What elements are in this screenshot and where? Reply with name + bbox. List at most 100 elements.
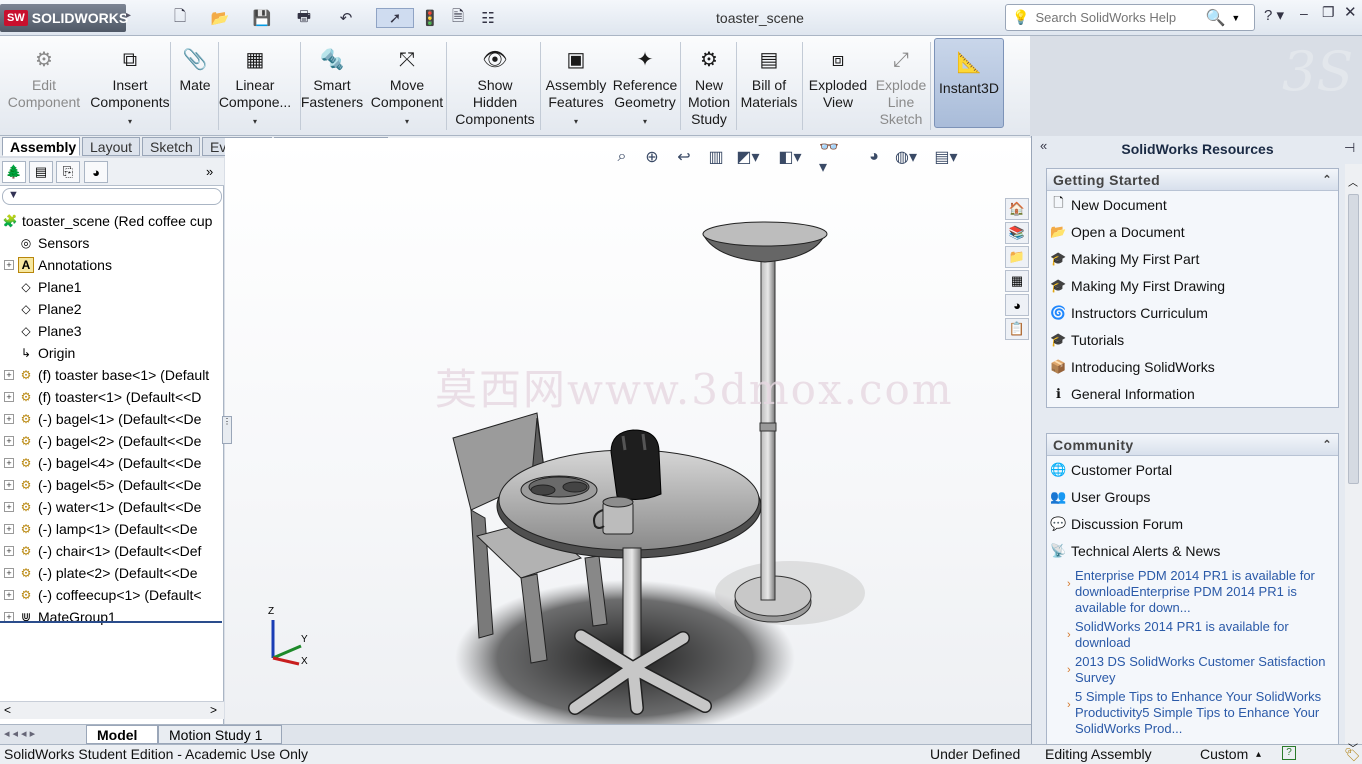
tree-item[interactable]: + ⚙ (-) bagel<4> (Default<<De — [0, 452, 224, 474]
tree-horizontal-scrollbar[interactable]: < > — [0, 701, 224, 719]
tree-item[interactable]: + ⚙ (-) water<1> (Default<<De — [0, 496, 224, 518]
ribbon-button-motion-study[interactable]: ⚙ New Motion Study — [684, 36, 734, 136]
task-pane-scrollbar[interactable]: ︿ ﹀ — [1345, 164, 1362, 755]
expand-icon[interactable]: + — [4, 480, 14, 490]
ribbon-button-explode-line[interactable]: ⤢ Explode Line Sketch — [870, 36, 932, 136]
file-explorer-icon[interactable]: 📁 — [1005, 246, 1029, 268]
ribbon-button-smart-fasteners[interactable]: 🔩 Smart Fasteners — [301, 36, 363, 136]
scroll-down-icon[interactable]: ﹀ — [1348, 740, 1358, 755]
ribbon-button-reference-geometry[interactable]: ✦ Reference Geometry ▾ — [610, 36, 680, 136]
property-manager-icon[interactable]: ▤ — [29, 161, 53, 183]
collapse-chevron-icon[interactable]: ⌃ — [1322, 169, 1332, 191]
expand-icon[interactable]: + — [4, 502, 14, 512]
resource-link[interactable]: 🗋 New Document — [1047, 191, 1338, 218]
ribbon-button-exploded-view[interactable]: ⧈ Exploded View — [806, 36, 870, 136]
help-icon[interactable]: ? ▾ — [1264, 6, 1284, 24]
dropdown-arrow-icon[interactable]: ▾ — [643, 113, 647, 130]
community-header[interactable]: Community ⌃ — [1047, 434, 1338, 456]
appearances-icon[interactable]: ◕ — [1005, 294, 1029, 316]
edit-appearance-icon[interactable]: ◕ — [861, 146, 887, 168]
custom-properties-icon[interactable]: 📋 — [1005, 318, 1029, 340]
tree-item[interactable]: + ⚙ (-) bagel<1> (Default<<De — [0, 408, 224, 430]
tree-item[interactable]: + ⋓ MateGroup1 — [0, 606, 224, 628]
expand-icon[interactable]: + — [4, 260, 14, 270]
resource-link[interactable]: 📂 Open a Document — [1047, 218, 1338, 245]
tree-item[interactable]: ↳ Origin — [0, 342, 224, 364]
tree-item[interactable]: + ⚙ (-) coffeecup<1> (Default< — [0, 584, 224, 606]
zoom-to-fit-icon[interactable]: ⌕ — [609, 146, 635, 168]
solidworks-logo[interactable]: SW SOLIDWORKS — [0, 4, 128, 32]
resource-link[interactable]: 🎓 Making My First Drawing — [1047, 272, 1338, 299]
resource-link[interactable]: 🎓 Making My First Part — [1047, 245, 1338, 272]
tree-item[interactable]: + ⚙ (-) chair<1> (Default<<Def — [0, 540, 224, 562]
zoom-area-icon[interactable]: ⊕ — [639, 146, 665, 168]
tree-item[interactable]: 🧩 toaster_scene (Red coffee cup — [0, 210, 224, 232]
hide-show-items-icon[interactable]: 👓▾ — [819, 139, 845, 176]
home-icon[interactable]: 🏠 — [1005, 198, 1029, 220]
dropdown-arrow-icon[interactable]: ▾ — [574, 113, 578, 130]
ribbon-button-assembly-features[interactable]: ▣ Assembly Features ▾ — [544, 36, 608, 136]
ribbon-button-instant3d[interactable]: 📐 Instant3D — [934, 38, 1004, 128]
graphics-area[interactable]: 莫西网www.3dmox.com ⌕ ⊕ ↩ ▥ ◩▾ ◧▾ 👓▾ ◕ ◍▾ ▤… — [225, 138, 1031, 724]
design-library-icon[interactable]: 📚 — [1005, 222, 1029, 244]
ribbon-button-linear-pattern[interactable]: ▦ Linear Compone... ▾ — [219, 36, 291, 136]
news-link[interactable]: › Enterprise PDM 2014 PR1 is available fo… — [1047, 568, 1338, 616]
tree-item[interactable]: + ⚙ (-) bagel<5> (Default<<De — [0, 474, 224, 496]
expand-icon[interactable]: + — [4, 414, 14, 424]
tree-item[interactable]: ◇ Plane2 — [0, 298, 224, 320]
previous-view-icon[interactable]: ↩ — [671, 146, 697, 168]
tab-assembly[interactable]: Assembly — [2, 137, 80, 156]
tree-item[interactable]: + ⚙ (-) plate<2> (Default<<De — [0, 562, 224, 584]
restore-icon[interactable]: ❐ — [1322, 4, 1335, 21]
dropdown-arrow-icon[interactable]: ▾ — [128, 113, 132, 130]
open-folder-icon[interactable]: 📂 — [208, 8, 232, 28]
expand-icon[interactable]: + — [4, 568, 14, 578]
expand-icon[interactable]: + — [4, 590, 14, 600]
ribbon-button-bill-of-materials[interactable]: ▤ Bill of Materials — [740, 36, 798, 136]
tree-item[interactable]: + ⚙ (-) lamp<1> (Default<<De — [0, 518, 224, 540]
view-orientation-icon[interactable]: ◩▾ — [735, 146, 761, 168]
expand-panel-icon[interactable]: » — [206, 164, 213, 179]
resource-link[interactable]: ℹ General Information — [1047, 380, 1338, 407]
tree-item[interactable]: ◎ Sensors — [0, 232, 224, 254]
expand-icon[interactable]: + — [4, 546, 14, 556]
print-icon[interactable]: 🖶 — [292, 8, 316, 28]
new-document-icon[interactable]: 🗋 — [168, 8, 192, 28]
tab-model[interactable]: Model — [86, 725, 158, 744]
collapse-chevron-icon[interactable]: ⌃ — [1322, 434, 1332, 456]
ribbon-button-insert-components[interactable]: ⧉ Insert Components ▾ — [88, 36, 172, 136]
menu-expand-icon[interactable]: ▸ — [126, 10, 131, 21]
scroll-up-icon[interactable]: ︿ — [1348, 174, 1358, 189]
ribbon-button-show-hidden[interactable]: 👁 Show Hidden Components — [452, 36, 538, 136]
units-menu-icon[interactable]: ▴ — [1256, 745, 1261, 764]
ribbon-button-move-component[interactable]: ⤧ Move Component ▾ — [368, 36, 446, 136]
help-search-input[interactable] — [1035, 10, 1206, 25]
news-link[interactable]: › 2013 DS SolidWorks Customer Satisfactio… — [1047, 654, 1338, 686]
dropdown-arrow-icon[interactable]: ▾ — [253, 113, 257, 130]
file-properties-icon[interactable]: 🗎 — [446, 8, 470, 28]
display-manager-icon[interactable]: ◕ — [84, 161, 108, 183]
news-link[interactable]: › SolidWorks 2014 PR1 is available for do… — [1047, 619, 1338, 651]
tree-item[interactable]: + ⚙ (f) toaster base<1> (Default — [0, 364, 224, 386]
tree-item[interactable]: + A Annotations — [0, 254, 224, 276]
tree-item[interactable]: ◇ Plane1 — [0, 276, 224, 298]
community-link[interactable]: 🌐 Customer Portal — [1047, 456, 1338, 483]
search-dropdown-icon[interactable]: ▼ — [1231, 13, 1240, 23]
close-icon[interactable]: ✕ — [1344, 3, 1357, 21]
status-units[interactable]: Custom — [1200, 745, 1248, 764]
getting-started-header[interactable]: Getting Started ⌃ — [1047, 169, 1338, 191]
display-style-icon[interactable]: ◧▾ — [777, 146, 803, 168]
help-search-box[interactable]: 💡 🔍 ▼ — [1005, 4, 1255, 31]
expand-icon[interactable]: + — [4, 458, 14, 468]
undo-icon[interactable]: ↶ — [334, 8, 358, 28]
ribbon-button-mate[interactable]: 📎 Mate — [174, 36, 216, 136]
options-icon[interactable]: ☷ — [476, 8, 500, 28]
configuration-manager-icon[interactable]: ⎘ — [56, 161, 80, 183]
resource-link[interactable]: 📦 Introducing SolidWorks — [1047, 353, 1338, 380]
community-link[interactable]: 💬 Discussion Forum — [1047, 510, 1338, 537]
panel-splitter[interactable]: ⋮ — [222, 416, 232, 444]
resource-link[interactable]: 🎓 Tutorials — [1047, 326, 1338, 353]
tab-motion-study-1[interactable]: Motion Study 1 — [158, 725, 282, 744]
minimize-icon[interactable]: – — [1300, 5, 1308, 21]
view-palette-icon[interactable]: ▦ — [1005, 270, 1029, 292]
